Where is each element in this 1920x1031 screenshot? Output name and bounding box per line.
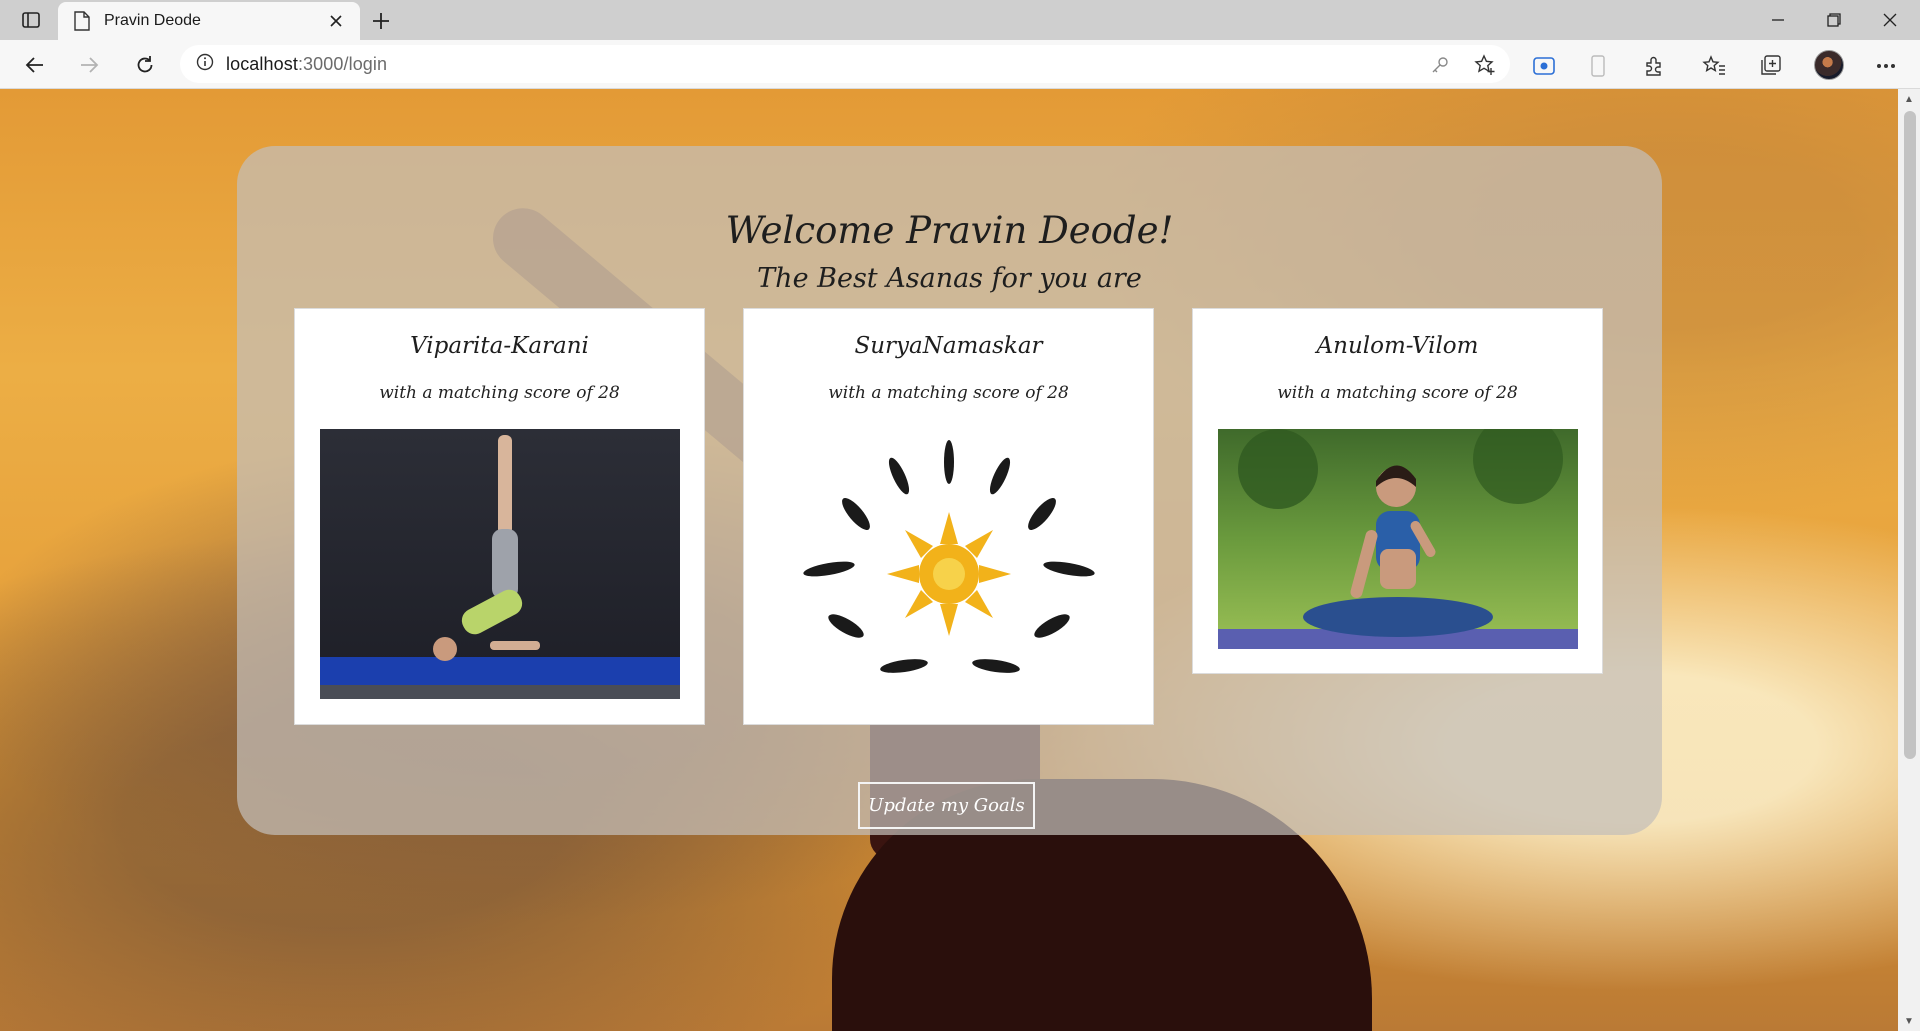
collections-icon[interactable] [1756, 52, 1784, 80]
add-favorite-icon[interactable] [1473, 53, 1497, 77]
site-info-icon[interactable] [196, 53, 214, 76]
asana-score: with a matching score of 28 [379, 383, 620, 403]
close-window-icon[interactable] [1862, 0, 1918, 40]
more-options-icon[interactable] [1872, 52, 1900, 80]
asana-title: SuryaNamaskar [854, 333, 1043, 359]
scroll-down-icon[interactable]: ▼ [1903, 1015, 1915, 1027]
scroll-up-icon[interactable]: ▲ [1903, 93, 1915, 105]
browser-toolbar: localhost:3000/login [0, 40, 1920, 89]
asana-title: Viparita-Karani [410, 333, 589, 359]
anulom-vilom-image [1218, 414, 1578, 649]
back-arrow-icon[interactable] [18, 48, 52, 82]
tab-title: Pravin Deode [104, 12, 201, 29]
subtitle-heading: The Best Asanas for you are [757, 263, 1142, 294]
asana-title: Anulom-Vilom [1316, 333, 1479, 359]
browser-tab-strip: Pravin Deode [0, 0, 1920, 40]
address-bar[interactable]: localhost:3000/login [180, 45, 1510, 83]
url-text: localhost:3000/login [226, 54, 387, 75]
restore-icon[interactable] [1806, 0, 1862, 40]
surya-namaskar-image [774, 434, 1134, 684]
screen-capture-icon[interactable] [1530, 52, 1558, 80]
minimize-icon[interactable] [1750, 0, 1806, 40]
results-panel: Welcome Pravin Deode! The Best Asanas fo… [237, 146, 1662, 835]
new-tab-icon[interactable] [366, 6, 396, 36]
asana-score: with a matching score of 28 [1277, 383, 1518, 403]
welcome-heading: Welcome Pravin Deode! [725, 209, 1174, 252]
url-host: localhost [226, 53, 298, 74]
phone-icon[interactable] [1584, 52, 1612, 80]
profile-avatar[interactable] [1814, 50, 1844, 80]
scroll-thumb[interactable] [1904, 111, 1916, 759]
url-path: :3000/login [297, 53, 388, 74]
asana-card: Anulom-Vilom with a matching score of 28 [1192, 308, 1603, 674]
tab-actions-icon[interactable] [12, 8, 50, 32]
key-icon[interactable] [1428, 53, 1452, 77]
forward-arrow-icon[interactable] [72, 48, 106, 82]
reload-icon[interactable] [128, 48, 162, 82]
vertical-scrollbar[interactable]: ▲ ▼ [1898, 89, 1920, 1031]
extensions-icon[interactable] [1640, 52, 1668, 80]
browser-tab[interactable]: Pravin Deode [58, 2, 360, 40]
update-goals-button[interactable]: Update my Goals [858, 782, 1035, 829]
page-viewport: Welcome Pravin Deode! The Best Asanas fo… [0, 89, 1898, 1031]
close-tab-icon[interactable] [324, 9, 348, 33]
viparita-karani-image [320, 429, 680, 699]
asana-card: SuryaNamaskar with a matching score of 2… [743, 308, 1154, 725]
asana-card: Viparita-Karani with a matching score of… [294, 308, 705, 725]
asana-score: with a matching score of 28 [828, 383, 1069, 403]
page-icon [74, 11, 90, 31]
favorites-icon[interactable] [1700, 52, 1728, 80]
